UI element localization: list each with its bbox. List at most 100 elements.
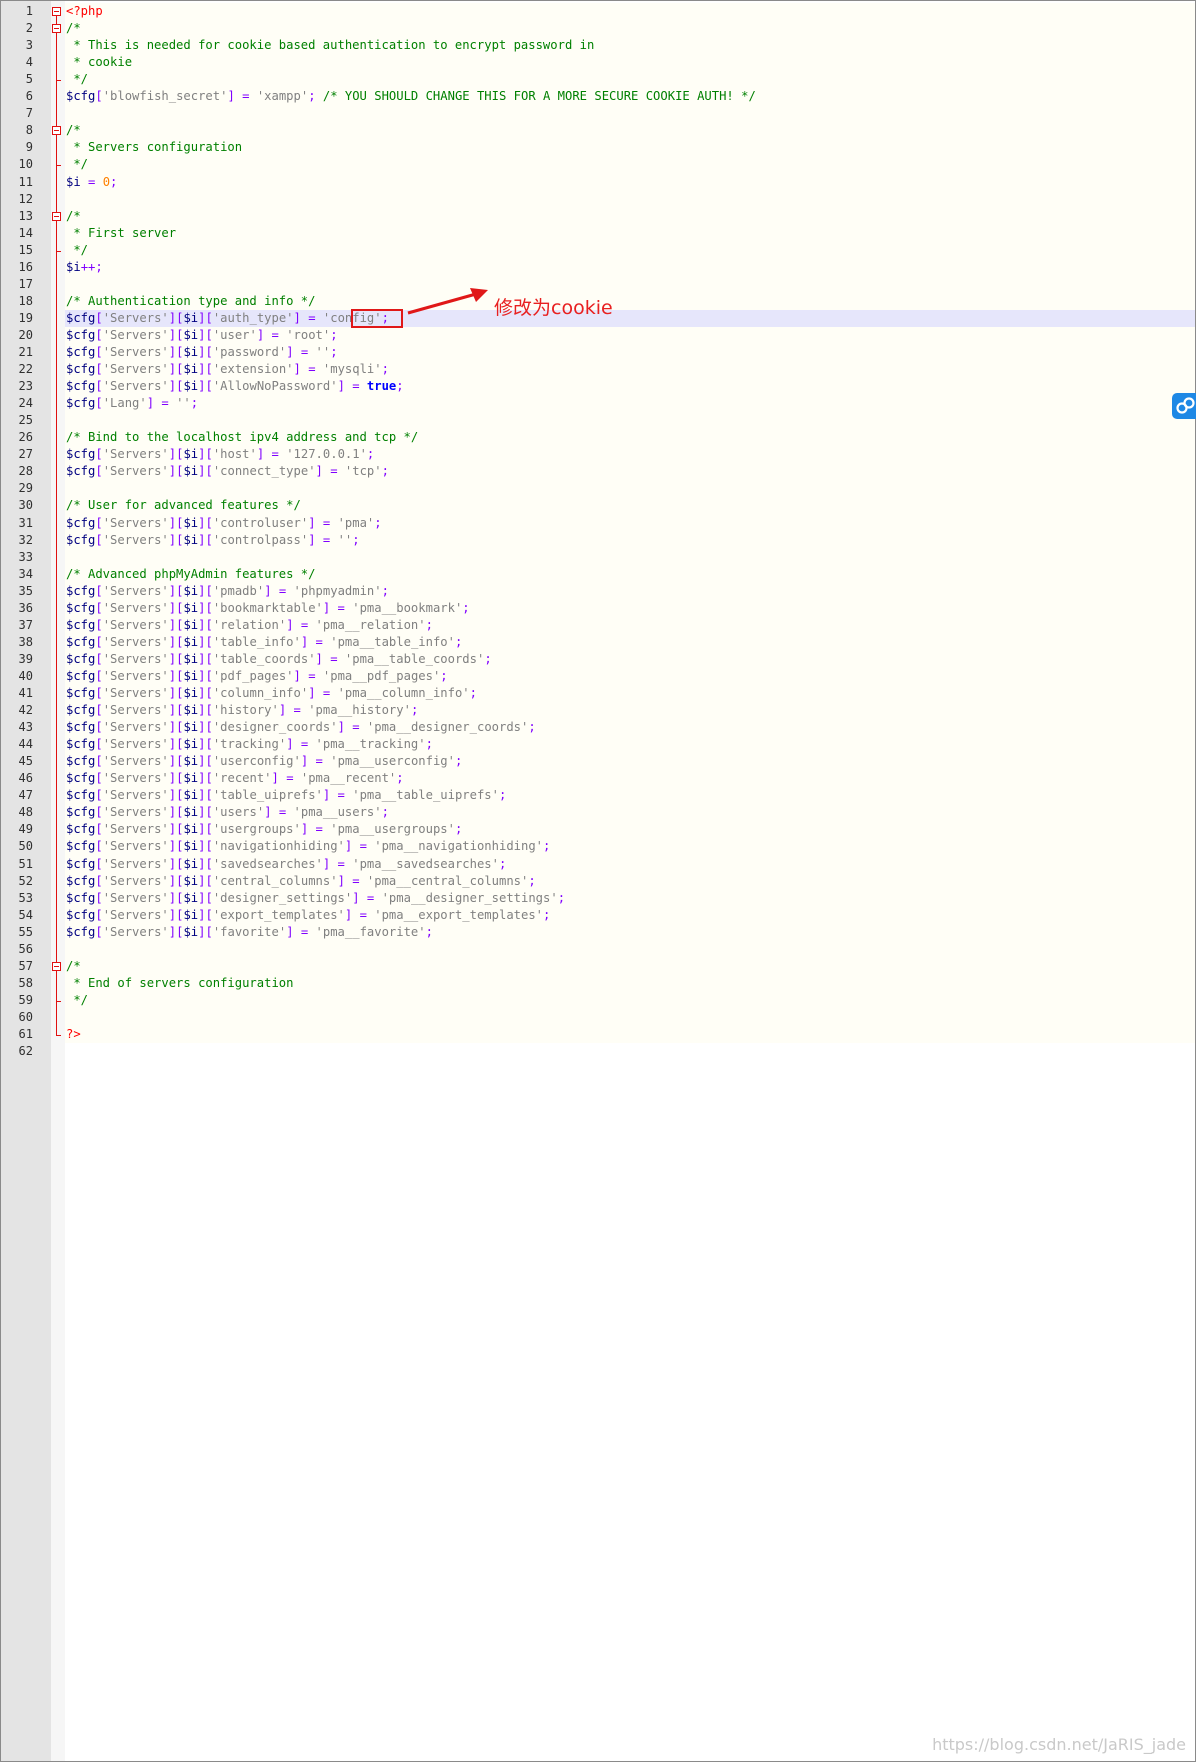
- code-line[interactable]: $cfg['Servers'][$i]['relation'] = 'pma__…: [66, 617, 433, 634]
- fold-toggle-icon[interactable]: [52, 24, 61, 34]
- code-line[interactable]: */: [66, 156, 88, 173]
- code-token: 'Servers': [102, 907, 169, 922]
- code-token: ] =: [286, 345, 316, 359]
- code-line[interactable]: */: [66, 71, 88, 88]
- code-token: ;: [425, 924, 433, 939]
- code-token: $cfg: [66, 668, 96, 683]
- code-line[interactable]: $cfg['blowfish_secret'] = 'xampp'; /* YO…: [66, 88, 756, 105]
- code-line[interactable]: $cfg['Servers'][$i]['bookmarktable'] = '…: [66, 600, 470, 617]
- code-line[interactable]: /* Bind to the localhost ipv4 address an…: [66, 429, 418, 446]
- code-line[interactable]: $cfg['Servers'][$i]['central_columns'] =…: [66, 873, 536, 890]
- code-line[interactable]: $cfg['Servers'][$i]['table_uiprefs'] = '…: [66, 787, 506, 804]
- code-token: ] =: [337, 379, 367, 394]
- code-token: ][: [198, 362, 213, 377]
- code-line[interactable]: $cfg['Servers'][$i]['recent'] = 'pma__re…: [66, 770, 404, 787]
- code-token: 'pma__savedsearches': [352, 856, 499, 871]
- code-token: $i: [183, 737, 199, 752]
- code-line[interactable]: $cfg['Servers'][$i]['favorite'] = 'pma__…: [66, 924, 433, 941]
- code-line[interactable]: $cfg['Servers'][$i]['usergroups'] = 'pma…: [66, 821, 462, 838]
- line-number: 62: [18, 1044, 33, 1059]
- code-token: 'pma__tracking': [315, 737, 426, 752]
- code-line[interactable]: /*: [66, 208, 81, 225]
- code-token: 'userconfig': [212, 754, 301, 769]
- code-line[interactable]: $cfg['Lang'] = '';: [66, 395, 198, 412]
- code-token: ][: [198, 634, 213, 649]
- code-line[interactable]: <?php: [66, 3, 103, 20]
- code-line[interactable]: $cfg['Servers'][$i]['designer_settings']…: [66, 890, 565, 907]
- code-line[interactable]: $cfg['Servers'][$i]['savedsearches'] = '…: [66, 856, 506, 873]
- code-line[interactable]: ?>: [66, 1026, 81, 1043]
- code-line[interactable]: * End of servers configuration: [66, 975, 293, 992]
- code-line[interactable]: */: [66, 242, 88, 259]
- code-line[interactable]: /* User for advanced features */: [66, 497, 301, 514]
- code-line[interactable]: $cfg['Servers'][$i]['pmadb'] = 'phpmyadm…: [66, 583, 389, 600]
- fold-toggle-icon[interactable]: [52, 961, 61, 971]
- code-token: ][: [198, 805, 213, 820]
- code-line[interactable]: /*: [66, 958, 81, 975]
- fold-line: [56, 33, 57, 81]
- code-line[interactable]: $cfg['Servers'][$i]['export_templates'] …: [66, 907, 550, 924]
- side-share-button[interactable]: [1172, 393, 1196, 419]
- code-line[interactable]: $cfg['Servers'][$i]['extension'] = 'mysq…: [66, 361, 389, 378]
- code-line[interactable]: $cfg['Servers'][$i]['host'] = '127.0.0.1…: [66, 446, 374, 463]
- fold-toggle-icon[interactable]: [52, 211, 61, 221]
- code-token: ][: [168, 651, 184, 666]
- code-token: 'Servers': [102, 651, 169, 666]
- code-token: [: [95, 583, 103, 598]
- code-line[interactable]: $cfg['Servers'][$i]['users'] = 'pma__use…: [66, 804, 389, 821]
- code-line[interactable]: $cfg['Servers'][$i]['tracking'] = 'pma__…: [66, 736, 433, 753]
- code-token: ][: [168, 464, 184, 479]
- code-line[interactable]: $cfg['Servers'][$i]['user'] = 'root';: [66, 327, 338, 344]
- code-line[interactable]: $cfg['Servers'][$i]['connect_type'] = 't…: [66, 463, 389, 480]
- code-token: 'bookmarktable': [212, 600, 323, 615]
- code-line[interactable]: $cfg['Servers'][$i]['table_info'] = 'pma…: [66, 634, 462, 651]
- code-line[interactable]: $cfg['Servers'][$i]['password'] = '';: [66, 344, 338, 361]
- code-line[interactable]: $cfg['Servers'][$i]['column_info'] = 'pm…: [66, 685, 477, 702]
- code-line[interactable]: $cfg['Servers'][$i]['userconfig'] = 'pma…: [66, 753, 462, 770]
- code-line[interactable]: $cfg['Servers'][$i]['navigationhiding'] …: [66, 838, 550, 855]
- fold-end: [56, 1000, 61, 1002]
- code-token: /*: [66, 21, 81, 36]
- code-token: 'pma__designer_coords': [366, 720, 529, 735]
- code-token: ][: [168, 668, 184, 683]
- line-number: 26: [18, 430, 33, 445]
- code-line[interactable]: /*: [66, 20, 81, 37]
- line-number: 29: [18, 481, 33, 496]
- code-line[interactable]: $cfg['Servers'][$i]['history'] = 'pma__h…: [66, 702, 418, 719]
- code-line[interactable]: * cookie: [66, 54, 132, 71]
- code-token: [: [95, 822, 103, 837]
- code-line[interactable]: /*: [66, 122, 81, 139]
- code-line[interactable]: /* Advanced phpMyAdmin features */: [66, 566, 315, 583]
- code-line[interactable]: $cfg['Servers'][$i]['controluser'] = 'pm…: [66, 515, 382, 532]
- line-number: 18: [18, 293, 33, 308]
- code-token: 'Servers': [102, 873, 169, 888]
- code-token: $i: [183, 600, 199, 615]
- fold-toggle-icon[interactable]: [52, 7, 61, 16]
- code-line[interactable]: $cfg['Servers'][$i]['AllowNoPassword'] =…: [66, 378, 404, 395]
- code-token: 'table_uiprefs': [212, 788, 323, 803]
- code-line[interactable]: $cfg['Servers'][$i]['table_coords'] = 'p…: [66, 651, 492, 668]
- code-line[interactable]: /* Authentication type and info */: [66, 293, 315, 310]
- code-line[interactable]: $cfg['Servers'][$i]['controlpass'] = '';: [66, 532, 360, 549]
- code-token: $i: [183, 924, 199, 939]
- code-line[interactable]: $cfg['Servers'][$i]['designer_coords'] =…: [66, 719, 536, 736]
- code-line[interactable]: $i++;: [66, 259, 103, 276]
- code-token: $i: [183, 856, 199, 871]
- code-token: ;: [425, 737, 433, 752]
- code-line[interactable]: * Servers configuration: [66, 139, 242, 156]
- code-token: ] =: [322, 856, 353, 871]
- code-line[interactable]: * This is needed for cookie based authen…: [66, 37, 594, 54]
- fold-toggle-icon[interactable]: [52, 126, 61, 136]
- code-token: 'controlpass': [212, 532, 309, 547]
- code-line[interactable]: $i = 0;: [66, 174, 117, 191]
- code-line[interactable]: */: [66, 992, 88, 1009]
- code-line[interactable]: $cfg['Servers'][$i]['pdf_pages'] = 'pma_…: [66, 668, 448, 685]
- code-line[interactable]: * First server: [66, 225, 176, 242]
- code-token: */: [66, 72, 89, 87]
- code-line[interactable]: $cfg['Servers'][$i]['auth_type'] = 'conf…: [66, 310, 389, 327]
- code-token: 'pma__bookmark': [352, 600, 463, 615]
- code-token: $cfg: [66, 345, 96, 359]
- code-token: 'recent': [212, 771, 272, 786]
- code-token: [: [95, 515, 103, 530]
- code-token: $i: [183, 668, 199, 683]
